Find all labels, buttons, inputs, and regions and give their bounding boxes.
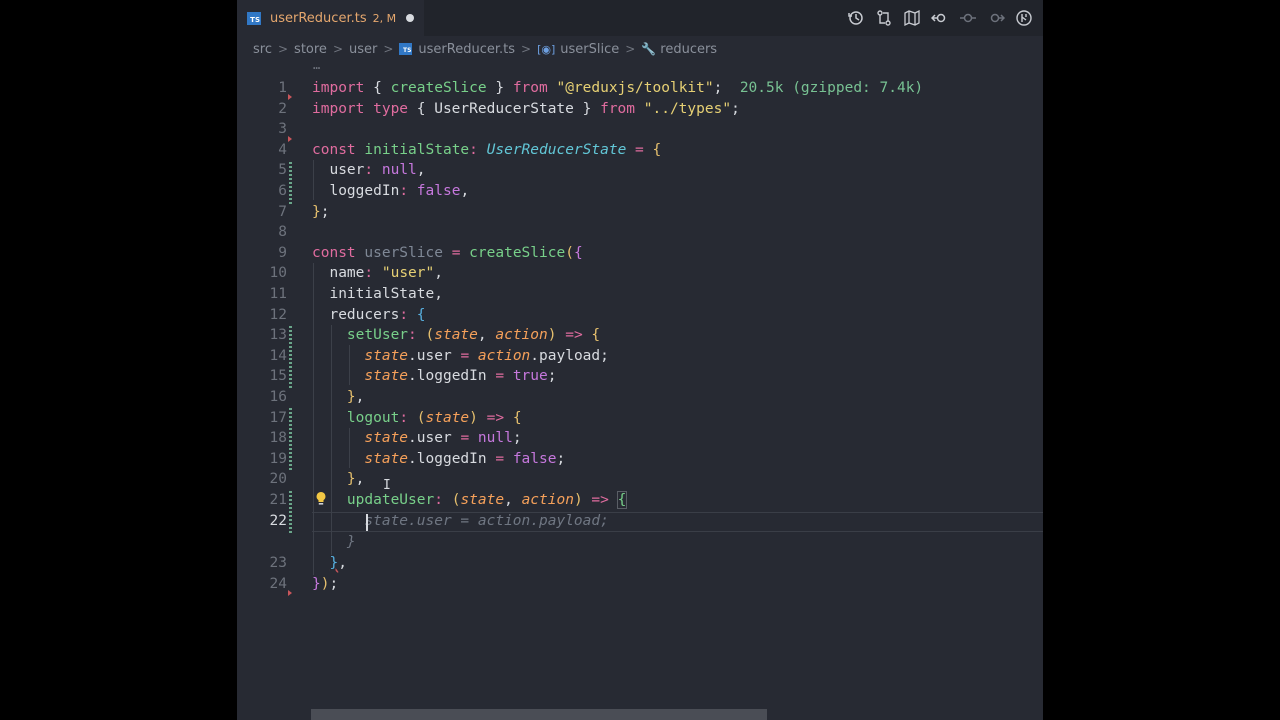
variable-symbol-icon: [◉] [537,42,556,56]
code-line[interactable]: state.loggedIn = true; [312,366,556,386]
typescript-icon: TS [399,43,413,55]
line-number: 10 [269,265,287,282]
code-line[interactable]: }, [312,553,346,573]
code-line[interactable]: }, [312,469,364,489]
code-line[interactable]: name: "user", [312,263,443,283]
line-number: 19 [269,450,287,467]
line-number: 12 [269,306,287,323]
line-number: 17 [269,409,287,426]
line-number: 9 [278,244,287,261]
code-line[interactable]: state.user = action.payload; [312,346,608,366]
tab-bar: TS userReducer.ts 2, M [237,0,1043,36]
code-line[interactable]: initialState, [312,284,443,304]
inline-suggestion[interactable]: state.user = action.payload; [364,513,608,529]
tab-filename: userReducer.ts [270,10,367,26]
map-icon[interactable] [903,9,921,27]
line-number: 23 [269,554,287,571]
breadcrumb-item[interactable]: src [253,42,272,57]
code-line[interactable]: const userSlice = createSlice({ [312,243,583,263]
breadcrumb-item[interactable]: userReducer.ts [418,42,515,57]
deleted-lines-marker[interactable] [288,136,292,142]
breadcrumb-separator: > [383,42,394,56]
code-line[interactable]: logout: (state) => { [312,408,522,428]
breadcrumb-item[interactable]: userSlice [560,42,619,57]
line-number: 15 [269,368,287,385]
breadcrumb-separator: > [277,42,289,56]
breadcrumb-item[interactable]: user [349,42,377,57]
go-back-icon[interactable] [930,9,949,27]
lightbulb-icon[interactable] [315,491,327,506]
go-next-icon[interactable] [987,9,1006,27]
text-cursor [366,514,368,531]
mouse-ibeam-icon: I [383,478,391,493]
horizontal-scrollbar[interactable] [311,709,767,720]
line-number: 4 [278,141,287,158]
modified-lines-marker[interactable] [289,408,292,470]
breadcrumb-separator: > [521,42,532,56]
deleted-lines-marker[interactable] [288,94,292,100]
line-number: 16 [269,389,287,405]
code-editor[interactable]: TS userReducer.ts 2, M src > store > use… [237,0,1043,720]
code-line-active[interactable]: state.user = action.payload; [312,511,608,531]
line-number: 6 [278,183,287,199]
line-number: 8 [278,224,287,241]
line-number: 20 [269,471,287,488]
breadcrumb-separator: > [332,42,343,56]
modified-lines-marker[interactable] [289,491,292,533]
modified-lines-marker[interactable] [289,326,292,388]
unsaved-dot-icon[interactable] [406,14,415,22]
line-number: 5 [278,162,287,179]
tab-status: 2, M [372,11,397,25]
line-number: 18 [269,430,287,447]
code-line[interactable]: setUser: (state, action) => { [312,325,600,345]
modified-lines-marker[interactable] [289,162,292,204]
line-number: 13 [269,327,287,344]
git-graph-icon[interactable] [1015,9,1033,27]
line-number: 14 [269,347,287,364]
property-symbol-icon: 🔧 [641,42,657,56]
line-number: 24 [269,575,287,592]
code-line[interactable]: state.loggedIn = false; [312,449,565,469]
tab-userreducer[interactable]: TS userReducer.ts 2, M [237,0,424,36]
editor-actions [847,9,1033,27]
breadcrumb: src > store > user > TS userReducer.ts >… [253,40,717,58]
line-number: 3 [278,121,287,138]
go-forward-icon[interactable] [959,9,977,27]
code-line[interactable]: loggedIn: false, [312,181,469,201]
typescript-icon: TS [247,11,261,25]
breadcrumb-item[interactable]: reducers [660,42,717,57]
history-icon[interactable] [847,9,865,27]
code-line[interactable]: }, [312,387,364,407]
code-line[interactable]: reducers: { [312,305,425,325]
line-number: 1 [278,80,287,96]
compare-changes-icon[interactable] [875,9,893,27]
code-line[interactable]: }); [312,574,338,594]
line-number: 11 [269,286,287,302]
line-number: 7 [278,203,287,220]
import-cost-hint: 20.5k (gzipped: 7.4k) [739,80,924,96]
code-line[interactable]: import { createSlice } from "@reduxjs/to… [312,78,923,98]
line-number: 2 [278,100,287,117]
code-line[interactable]: user: null, [312,160,425,180]
breadcrumb-separator: > [625,42,636,56]
line-number-active: 22 [269,513,287,529]
code-line[interactable]: const initialState: UserReducerState = { [312,140,661,160]
code-line[interactable]: updateUser: (state, action) => { [312,490,628,510]
code-line-ghost: } [312,532,356,552]
code-line[interactable]: import type { UserReducerState } from ".… [312,99,740,119]
folded-region-icon[interactable]: … [313,58,320,72]
code-line[interactable]: state.user = null; [312,428,521,448]
code-line[interactable]: }; [312,202,329,222]
inline-suggestion-close: } [346,533,356,550]
breadcrumb-item[interactable]: store [294,42,327,57]
deleted-lines-marker[interactable] [288,590,292,596]
line-number: 21 [269,492,287,508]
